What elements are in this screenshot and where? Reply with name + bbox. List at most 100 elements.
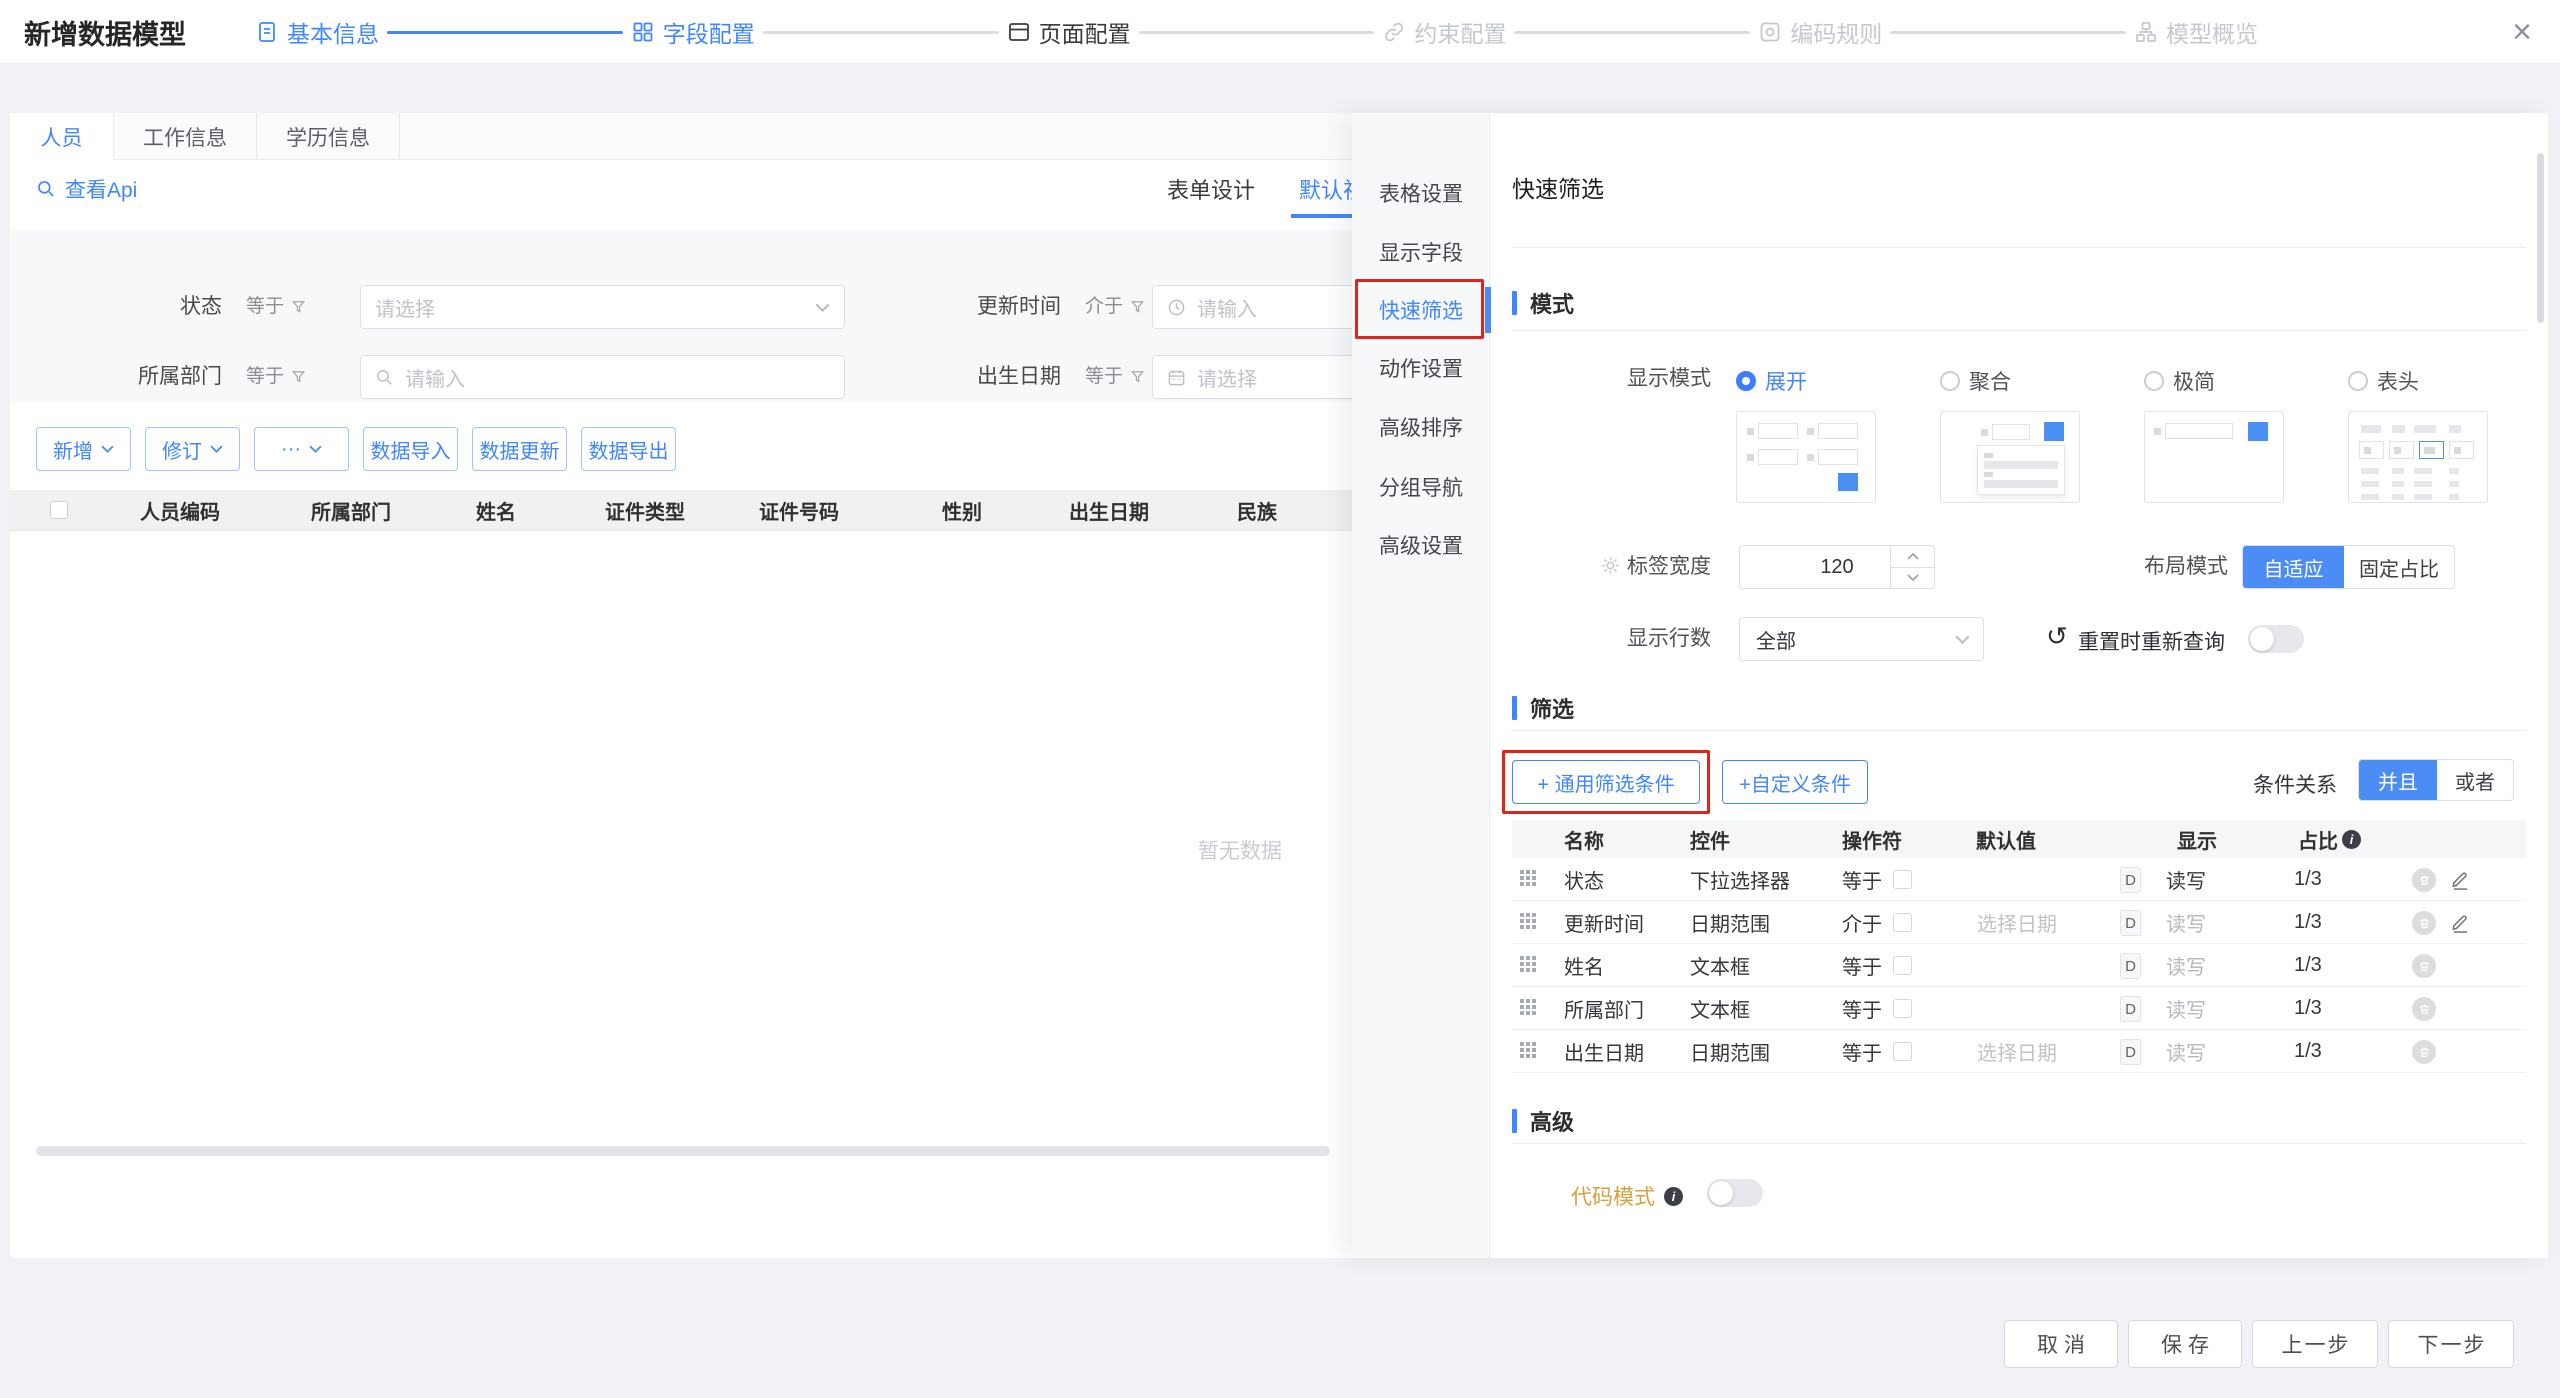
menu-item-table-settings[interactable]: 表格设置	[1352, 165, 1490, 221]
view-api-link[interactable]: 查看Api	[36, 160, 137, 218]
cell-display: 读写	[2166, 858, 2206, 901]
step-connector	[1890, 31, 2126, 34]
horizontal-scrollbar[interactable]	[36, 1146, 1330, 1156]
relation-option-and[interactable]: 并且	[2359, 760, 2437, 800]
table-settings-panel: 表格设置 显示字段 快速筛选 动作设置 高级排序 分组导航 高级设置 快速筛选 …	[1352, 113, 2548, 1258]
save-button[interactable]: 保存	[2128, 1320, 2242, 1368]
menu-item-display-fields[interactable]: 显示字段	[1352, 224, 1490, 280]
status-select[interactable]: 请选择	[360, 285, 845, 329]
data-export-button[interactable]: 数据导出	[581, 427, 676, 471]
select-all-checkbox[interactable]	[50, 501, 68, 519]
column-header: 操作符	[1842, 820, 1902, 858]
cell-default-placeholder[interactable]: 选择日期	[1977, 1030, 2057, 1073]
menu-item-action-settings[interactable]: 动作设置	[1352, 340, 1490, 396]
edit-pencil-icon[interactable]	[2450, 912, 2471, 933]
drag-handle-icon[interactable]	[1520, 956, 1536, 972]
refresh-icon: ↺	[2046, 621, 2068, 652]
filter-operator-update-time[interactable]: 介于	[1085, 295, 1145, 319]
stepper-down-button[interactable]	[1891, 568, 1934, 589]
trash-icon[interactable]	[2412, 1040, 2436, 1064]
column-header: 姓名	[476, 490, 516, 531]
tab-work-info[interactable]: 工作信息	[114, 113, 257, 160]
radio-aggregate[interactable]: 聚合	[1940, 366, 2011, 396]
info-icon[interactable]: i	[1664, 1187, 1683, 1206]
preview-table-header[interactable]	[2348, 411, 2488, 503]
panel-scrollbar[interactable]	[2537, 153, 2544, 323]
data-import-button[interactable]: 数据导入	[363, 427, 458, 471]
relation-option-or[interactable]: 或者	[2437, 760, 2513, 800]
operator-checkbox[interactable]	[1893, 870, 1912, 889]
filter-label-birth-date: 出生日期	[941, 364, 1061, 390]
menu-item-advanced-settings[interactable]: 高级设置	[1352, 517, 1490, 573]
step-coding-rules[interactable]: 编码规则	[1758, 15, 1882, 49]
close-icon[interactable]: ×	[2502, 12, 2542, 52]
requery-toggle[interactable]	[2248, 625, 2304, 653]
search-icon	[375, 368, 394, 387]
menu-item-group-nav[interactable]: 分组导航	[1352, 459, 1490, 515]
department-search-input[interactable]: 请输入	[360, 355, 845, 399]
more-actions-button[interactable]: ···	[254, 427, 349, 471]
tab-education-info[interactable]: 学历信息	[257, 113, 400, 160]
operator-checkbox[interactable]	[1893, 913, 1912, 932]
step-field-config[interactable]: 字段配置	[631, 15, 755, 49]
column-header: 证件类型	[605, 490, 685, 531]
filter-operator-status[interactable]: 等于	[246, 295, 306, 319]
radio-minimal[interactable]: 极简	[2144, 366, 2215, 396]
cell-display: 读写	[2166, 1030, 2206, 1073]
operator-checkbox[interactable]	[1893, 956, 1912, 975]
cell-control: 日期范围	[1690, 1030, 1770, 1073]
edit-pencil-icon[interactable]	[2450, 869, 2471, 890]
filter-operator-department[interactable]: 等于	[246, 365, 306, 389]
cell-default-placeholder[interactable]: 选择日期	[1977, 901, 2057, 944]
menu-item-advanced-sort[interactable]: 高级排序	[1352, 399, 1490, 455]
section-filter: 筛选	[1512, 692, 1574, 724]
tab-personnel[interactable]: 人员	[10, 113, 114, 160]
next-step-button[interactable]: 下一步	[2388, 1320, 2514, 1368]
preview-expand[interactable]	[1736, 411, 1876, 503]
preview-aggregate[interactable]	[1940, 411, 2080, 503]
row-count-label: 显示行数	[1591, 626, 1711, 652]
row-count-select[interactable]: 全部	[1739, 617, 1984, 661]
previous-step-button[interactable]: 上一步	[2252, 1320, 2378, 1368]
stepper-up-button[interactable]	[1891, 546, 1934, 568]
preview-minimal[interactable]	[2144, 411, 2284, 503]
add-button[interactable]: 新增	[36, 427, 131, 471]
info-icon[interactable]: i	[2342, 830, 2361, 849]
drag-handle-icon[interactable]	[1520, 870, 1536, 886]
data-update-button[interactable]: 数据更新	[472, 427, 567, 471]
layout-option-fixed-ratio[interactable]: 固定占比	[2344, 546, 2454, 588]
code-mode-toggle[interactable]	[1707, 1179, 1763, 1207]
radio-table-header[interactable]: 表头	[2348, 366, 2419, 396]
settings-side-menu: 表格设置 显示字段 快速筛选 动作设置 高级排序 分组导航 高级设置	[1352, 113, 1490, 1258]
step-basic-info[interactable]: 基本信息	[255, 15, 379, 49]
drag-handle-icon[interactable]	[1520, 1042, 1536, 1058]
trash-icon[interactable]	[2412, 868, 2436, 892]
trash-icon[interactable]	[2412, 997, 2436, 1021]
add-custom-condition-button[interactable]: +自定义条件	[1722, 760, 1868, 804]
grid-squares-icon	[631, 20, 655, 44]
page-title: 新增数据模型	[24, 0, 186, 64]
drag-handle-icon[interactable]	[1520, 913, 1536, 929]
tab-form-design[interactable]: 表单设计	[1167, 160, 1255, 218]
column-header: 出生日期	[1069, 490, 1149, 531]
operator-checkbox[interactable]	[1893, 999, 1912, 1018]
layout-mode-segmented: 自适应 固定占比	[2242, 545, 2455, 589]
drag-handle-icon[interactable]	[1520, 999, 1536, 1015]
filter-operator-birth-date[interactable]: 等于	[1085, 365, 1145, 389]
cell-control: 日期范围	[1690, 901, 1770, 944]
label-width-input[interactable]: 120	[1739, 545, 1935, 589]
trash-icon[interactable]	[2412, 911, 2436, 935]
cancel-button[interactable]: 取消	[2004, 1320, 2118, 1368]
menu-item-quick-filter[interactable]: 快速筛选	[1352, 282, 1490, 338]
radio-expand[interactable]: 展开	[1736, 366, 1807, 396]
column-header: 默认值	[1976, 820, 2036, 858]
layout-option-adaptive[interactable]: 自适应	[2243, 546, 2344, 588]
column-header: 性别	[942, 490, 982, 531]
trash-icon[interactable]	[2412, 954, 2436, 978]
step-model-overview[interactable]: 模型概览	[2134, 15, 2258, 49]
add-common-filter-button[interactable]: + 通用筛选条件	[1512, 760, 1700, 804]
revise-button[interactable]: 修订	[145, 427, 240, 471]
step-page-config[interactable]: 页面配置	[1007, 15, 1131, 49]
step-constraint-config[interactable]: 约束配置	[1382, 15, 1506, 49]
operator-checkbox[interactable]	[1893, 1042, 1912, 1061]
